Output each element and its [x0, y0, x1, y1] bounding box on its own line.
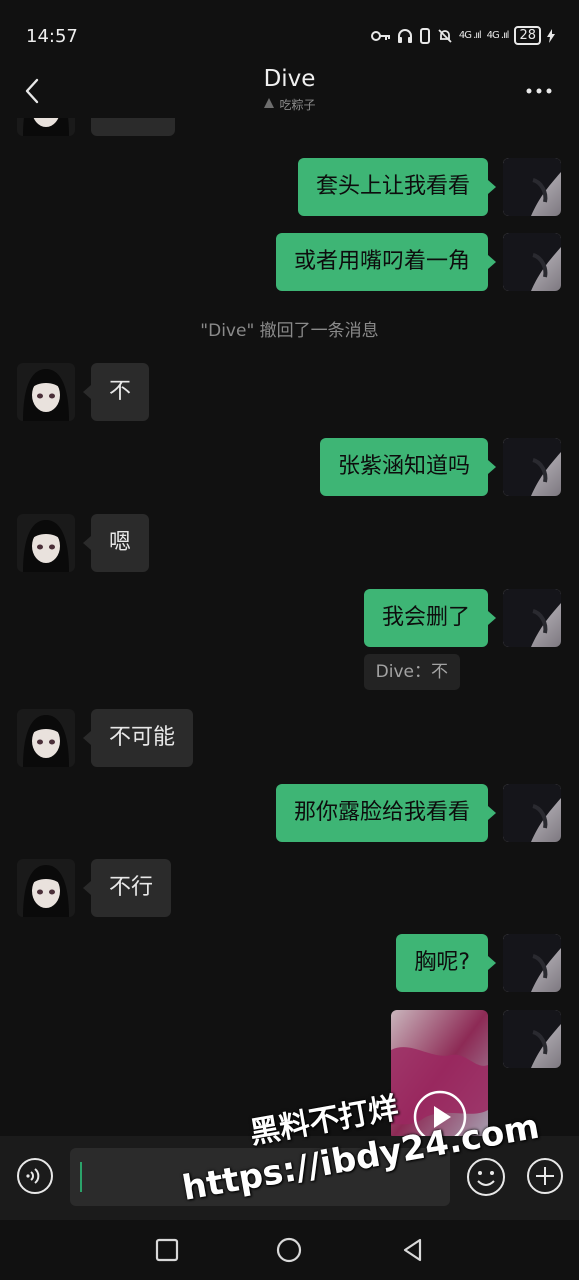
headphones-icon — [397, 28, 412, 43]
mute-bell-icon — [438, 28, 452, 43]
add-attachment-icon[interactable] — [526, 1157, 564, 1195]
chat-title: Dive — [263, 66, 316, 92]
more-options-icon[interactable] — [525, 86, 553, 96]
text-caret — [80, 1162, 82, 1192]
chat-subtitle: 吃粽子 — [0, 96, 579, 113]
home-icon[interactable] — [274, 1235, 304, 1265]
bubble-tail — [488, 255, 496, 269]
voice-input-icon[interactable] — [16, 1157, 54, 1195]
message-bubble-out[interactable]: 套头上让我看看 — [297, 158, 488, 216]
bubble-tail — [488, 806, 496, 820]
avatar-self[interactable] — [503, 158, 561, 216]
avatar-contact[interactable] — [17, 514, 75, 572]
message-bubble-in[interactable]: 不 — [91, 363, 150, 421]
bubble-tail — [488, 180, 496, 194]
message-bubble-out[interactable]: 胸呢? — [396, 934, 488, 992]
quoted-reply[interactable]: Dive：不 — [363, 654, 460, 690]
back-nav-icon[interactable] — [398, 1235, 428, 1265]
avatar-contact[interactable] — [17, 363, 75, 421]
message-input[interactable] — [70, 1148, 450, 1206]
signal-2-icon: 4G .ııl — [486, 30, 510, 41]
chat-header: Dive 吃粽子 — [0, 60, 579, 124]
avatar-self[interactable] — [503, 233, 561, 291]
status-tree-icon — [264, 98, 275, 108]
chat-subtitle-text: 吃粽子 — [279, 98, 316, 112]
message-bubble-in[interactable]: 不行 — [91, 859, 172, 917]
play-icon[interactable] — [413, 1090, 467, 1136]
bubble-tail — [83, 881, 91, 895]
message-bubble-out[interactable]: 张紫涵知道吗 — [319, 438, 488, 496]
bubble-tail — [83, 731, 91, 745]
status-time: 14:57 — [26, 26, 78, 47]
avatar-self[interactable] — [503, 1010, 561, 1068]
bubble-tail — [488, 956, 496, 970]
emoji-icon[interactable] — [466, 1157, 506, 1197]
input-bar — [0, 1136, 579, 1220]
charging-icon — [547, 28, 555, 43]
message-list[interactable]: 套头上让我看看 或者用嘴叼着一角 "Dive" 撤回了一条消息 不 张紫涵知道吗… — [0, 118, 579, 1136]
avatar-self[interactable] — [503, 784, 561, 842]
bubble-tail — [83, 385, 91, 399]
battery-icon: 28 — [514, 26, 541, 45]
recent-apps-icon[interactable] — [152, 1235, 182, 1265]
avatar-contact[interactable] — [17, 859, 75, 917]
bubble-tail — [83, 536, 91, 550]
avatar-self[interactable] — [503, 934, 561, 992]
message-bubble-in[interactable]: 不可能 — [91, 709, 194, 767]
message-bubble-in[interactable]: 嗯 — [91, 514, 150, 572]
bubble-tail — [488, 460, 496, 474]
status-icons: 4G .ııl 4G .ııl 28 — [370, 26, 555, 45]
system-nav-bar — [0, 1220, 579, 1280]
message-bubble-out[interactable]: 那你露脸给我看看 — [275, 784, 488, 842]
vibrate-icon — [419, 27, 430, 44]
avatar-contact[interactable] — [17, 709, 75, 767]
bubble-tail — [488, 611, 496, 625]
avatar-self[interactable] — [503, 438, 561, 496]
recall-notice: "Dive" 撤回了一条消息 — [200, 321, 379, 341]
message-bubble-out[interactable]: 我会删了 — [363, 589, 488, 647]
message-bubble-in[interactable] — [91, 118, 175, 136]
message-bubble-out[interactable]: 或者用嘴叼着一角 — [275, 233, 488, 291]
signal-1-icon: 4G .ııl — [458, 30, 482, 41]
avatar-self[interactable] — [503, 589, 561, 647]
key-icon — [370, 30, 390, 41]
avatar-contact[interactable] — [17, 118, 75, 136]
